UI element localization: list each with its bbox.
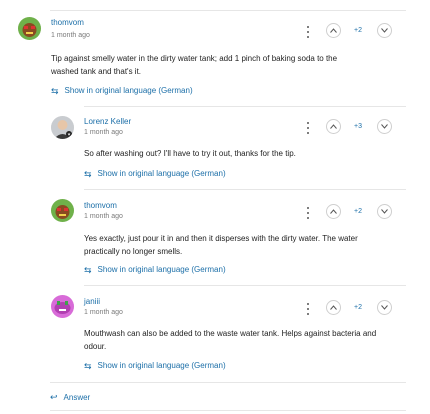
downvote-button[interactable] — [377, 300, 392, 315]
comment-divider — [84, 189, 406, 190]
more-options-icon[interactable] — [305, 302, 311, 316]
chevron-down-icon — [381, 305, 388, 310]
translate-icon: ⇆ — [84, 265, 92, 275]
comment-author[interactable]: Lorenz Keller — [84, 117, 131, 127]
chevron-up-icon — [330, 209, 337, 214]
comment-time: 1 month ago — [84, 129, 123, 136]
chevron-down-icon — [381, 28, 388, 33]
show-original-link[interactable]: ⇆ Show in original language (German) — [84, 265, 226, 275]
more-options-icon[interactable] — [305, 25, 311, 39]
answer-label: Answer — [63, 393, 91, 402]
chevron-up-icon — [330, 124, 337, 129]
comment-time: 1 month ago — [51, 32, 90, 39]
upvote-button[interactable] — [326, 300, 341, 315]
comment-text: Mouthwash can also be added to the waste… — [84, 329, 377, 351]
translate-icon: ⇆ — [84, 169, 92, 179]
avatar-janiii[interactable] — [51, 295, 74, 318]
show-original-label: Show in original language (German) — [64, 86, 193, 95]
show-original-link[interactable]: ⇆ Show in original language (German) — [84, 169, 226, 179]
translate-icon: ⇆ — [51, 86, 59, 96]
more-options-icon[interactable] — [305, 206, 311, 220]
upvote-button[interactable] — [326, 204, 341, 219]
avatar-lorenz-keller[interactable]: ★ — [51, 116, 74, 139]
comment-divider — [84, 285, 406, 286]
chevron-down-icon — [381, 124, 388, 129]
show-original-link[interactable]: ⇆ Show in original language (German) — [84, 361, 226, 371]
thread-divider — [50, 382, 406, 383]
answer-button[interactable]: ↩ Answer — [50, 392, 90, 403]
chevron-up-icon — [330, 28, 337, 33]
avatar-thomvom[interactable] — [51, 199, 74, 222]
comment-author[interactable]: thomvom — [51, 18, 84, 28]
more-options-icon[interactable] — [305, 121, 311, 135]
vote-count: +2 — [354, 27, 362, 34]
comment-text: Tip against smelly water in the dirty wa… — [51, 54, 338, 76]
avatar-thomvom[interactable] — [18, 17, 41, 40]
comment-text: Yes exactly, just pour it in and then it… — [84, 234, 358, 256]
top-divider — [50, 10, 406, 11]
downvote-button[interactable] — [377, 23, 392, 38]
upvote-button[interactable] — [326, 23, 341, 38]
show-original-label: Show in original language (German) — [97, 265, 226, 274]
show-original-label: Show in original language (German) — [97, 169, 226, 178]
vote-count: +2 — [354, 208, 362, 215]
downvote-button[interactable] — [377, 119, 392, 134]
chevron-down-icon — [381, 209, 388, 214]
comment-text: So after washing out? I'll have to try i… — [84, 149, 296, 158]
comment-time: 1 month ago — [84, 309, 123, 316]
show-original-label: Show in original language (German) — [97, 361, 226, 370]
comment-divider — [84, 106, 406, 107]
bottom-divider — [50, 410, 406, 411]
comment-author[interactable]: thomvom — [84, 201, 117, 211]
reply-arrow-icon: ↩ — [50, 392, 58, 402]
downvote-button[interactable] — [377, 204, 392, 219]
svg-text:★: ★ — [67, 132, 71, 137]
upvote-button[interactable] — [326, 119, 341, 134]
vote-count: +2 — [354, 304, 362, 311]
translate-icon: ⇆ — [84, 361, 92, 371]
comment-time: 1 month ago — [84, 213, 123, 220]
show-original-link[interactable]: ⇆ Show in original language (German) — [51, 86, 193, 96]
vote-count: +3 — [354, 123, 362, 130]
chevron-up-icon — [330, 305, 337, 310]
comment-author[interactable]: janiii — [84, 297, 100, 307]
